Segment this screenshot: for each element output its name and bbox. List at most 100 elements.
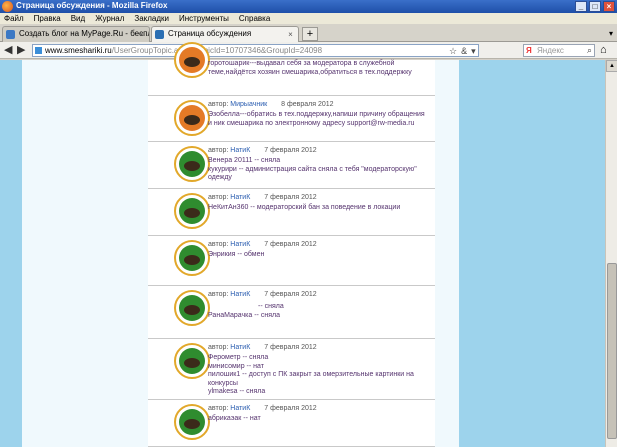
smeshariki-favicon-icon bbox=[155, 30, 164, 39]
post-date: 7 февраля 2012 bbox=[264, 147, 317, 154]
avatar[interactable] bbox=[174, 146, 210, 182]
post-item: автор: НатиК 7 февраля 2012 абрикаэак -- н… bbox=[148, 400, 435, 447]
avatar[interactable] bbox=[174, 193, 210, 229]
post-item: автор: НатиК 7 февраля 2012 -- сняла РанаМа… bbox=[148, 286, 435, 339]
post-line: ylmakesa -- сняла bbox=[208, 388, 266, 395]
page-left-column bbox=[22, 60, 148, 447]
post-meta: автор: НатиК 7 февраля 2012 bbox=[208, 147, 317, 154]
smeshariki-avatar-icon bbox=[179, 47, 205, 73]
author-prefix: автор: bbox=[208, 194, 229, 201]
avatar[interactable] bbox=[174, 404, 210, 440]
post-item: горотошарик---выдавал себя за модератора… bbox=[148, 42, 435, 96]
post-meta: автор: Мирыачник 8 февраля 2012 bbox=[208, 101, 334, 108]
post-line: НеКитАн360 -- модераторский бан за повед… bbox=[208, 204, 401, 211]
firefox-icon bbox=[2, 1, 13, 12]
menu-view[interactable]: Вид bbox=[71, 13, 85, 24]
maximize-button[interactable]: □ bbox=[589, 1, 601, 12]
post-line: горотошарик---выдавал себя за модератора… bbox=[208, 60, 395, 67]
menu-edit[interactable]: Правка bbox=[34, 13, 61, 24]
tab-list-button[interactable]: ▾ bbox=[609, 29, 613, 38]
url-path: /UserGroupTopic.aspx?TopicId=10707346&Gr… bbox=[111, 46, 323, 55]
new-tab-button[interactable]: + bbox=[302, 27, 318, 41]
menu-tools[interactable]: Инструменты bbox=[179, 13, 229, 24]
back-button[interactable]: ◀ bbox=[4, 44, 12, 56]
scroll-thumb[interactable] bbox=[607, 263, 617, 439]
menu-help[interactable]: Справка bbox=[239, 13, 270, 24]
site-identity-icon[interactable] bbox=[35, 47, 42, 54]
author-prefix: автор: bbox=[208, 291, 229, 298]
post-text: -- сняла РанаМарачка -- сняла bbox=[208, 303, 428, 320]
author-link[interactable]: НатиК bbox=[230, 194, 250, 201]
vertical-scrollbar[interactable]: ▲ bbox=[605, 60, 617, 447]
tab-label: Страница обсуждения bbox=[168, 29, 252, 38]
post-date: 7 февраля 2012 bbox=[264, 344, 317, 351]
avatar[interactable] bbox=[174, 100, 210, 136]
post-line: абрикаэак -- нат bbox=[208, 415, 261, 422]
post-item: автор: НатиК 7 февраля 2012 НеКитАн360 -- … bbox=[148, 189, 435, 236]
post-item: автор: НатиК 7 февраля 2012 Энрикия -- обм… bbox=[148, 236, 435, 286]
ampersand-icon[interactable]: & bbox=[461, 46, 467, 57]
menu-file[interactable]: Файл bbox=[4, 13, 24, 24]
post-text: Эзобелла---обратись в тех.поддержку,напи… bbox=[208, 111, 428, 128]
post-line: Венера 20111 -- сняла bbox=[208, 157, 281, 164]
smeshariki-avatar-icon bbox=[179, 198, 205, 224]
post-line: -- сняла bbox=[258, 303, 284, 310]
author-prefix: автор: bbox=[208, 241, 229, 248]
minimize-button[interactable]: _ bbox=[575, 1, 587, 12]
post-text: горотошарик---выдавал себя за модератора… bbox=[208, 60, 428, 77]
post-date: 7 февраля 2012 bbox=[264, 241, 317, 248]
post-line: Эзобелла---обратись в тех.поддержку,напи… bbox=[208, 111, 425, 118]
smeshariki-avatar-icon bbox=[179, 151, 205, 177]
post-item: автор: НатиК 7 февраля 2012 Ферометр -- сн… bbox=[148, 339, 435, 400]
bookmark-star-icon[interactable]: ☆ bbox=[449, 46, 457, 57]
menu-history[interactable]: Журнал bbox=[95, 13, 124, 24]
post-meta: автор: НатиК 7 февраля 2012 bbox=[208, 405, 317, 412]
author-link[interactable]: НатиК bbox=[230, 405, 250, 412]
yandex-icon[interactable]: Я bbox=[526, 46, 535, 55]
post-line: теме,найдётся хозяин смешарика,обратитьс… bbox=[208, 68, 412, 76]
scroll-up-icon[interactable]: ▲ bbox=[606, 60, 617, 72]
author-prefix: автор: bbox=[208, 344, 229, 351]
tab-mypage[interactable]: Создать блог на MyPage.Ru - бесплат... × bbox=[2, 26, 150, 42]
search-icon[interactable]: ⌕ bbox=[587, 45, 592, 56]
author-link[interactable]: НатиК bbox=[230, 291, 250, 298]
window-titlebar: Страница обсуждения - Mozilla Firefox _ … bbox=[0, 0, 617, 13]
dropdown-icon[interactable]: ▾ bbox=[471, 46, 476, 57]
post-text: Ферометр -- сняла минисомир -- нат пилошик… bbox=[208, 354, 428, 397]
post-line: минисомир -- нат bbox=[208, 362, 264, 370]
post-text: Энрикия -- обмен bbox=[208, 251, 428, 260]
author-link[interactable]: НатиК bbox=[230, 147, 250, 154]
author-link[interactable]: Мирыачник bbox=[230, 101, 267, 108]
close-tab-icon[interactable]: × bbox=[137, 30, 146, 39]
post-line: пилошик1 -- доступ с ПК закрыт за омерзи… bbox=[208, 371, 414, 378]
menu-bookmarks[interactable]: Закладки bbox=[134, 13, 169, 24]
forward-button[interactable]: ▶ bbox=[17, 44, 25, 56]
post-item: автор: НатиК 7 февраля 2012 Венера 20111 -… bbox=[148, 142, 435, 189]
avatar[interactable] bbox=[174, 240, 210, 276]
post-line: Ферометр -- сняла bbox=[208, 354, 269, 361]
post-item: автор: Мирыачник 8 февраля 2012 Эзобелла--… bbox=[148, 96, 435, 142]
url-bar[interactable]: www.smeshariki.ru/UserGroupTopic.aspx?To… bbox=[32, 44, 479, 57]
window-controls: _ □ × bbox=[575, 1, 615, 12]
post-line: одежду bbox=[208, 174, 232, 181]
close-tab-icon[interactable]: × bbox=[286, 30, 295, 39]
post-meta: автор: НатиК 7 февраля 2012 bbox=[208, 291, 317, 298]
close-window-button[interactable]: × bbox=[603, 1, 615, 12]
post-line: РанаМарачка -- сняла bbox=[208, 311, 280, 319]
home-button[interactable]: ⌂ bbox=[600, 44, 607, 56]
author-link[interactable]: НатиК bbox=[230, 241, 250, 248]
post-date: 8 февраля 2012 bbox=[281, 101, 334, 108]
post-text: Венера 20111 -- сняла кукурири -- админис… bbox=[208, 157, 428, 183]
avatar[interactable] bbox=[174, 343, 210, 379]
post-date: 7 февраля 2012 bbox=[264, 194, 317, 201]
search-input[interactable]: Я Яндекс ⌕ bbox=[523, 44, 595, 57]
post-text: НеКитАн360 -- модераторский бан за повед… bbox=[208, 204, 428, 213]
post-meta: автор: НатиК 7 февраля 2012 bbox=[208, 344, 317, 351]
tab-discussion[interactable]: Страница обсуждения × bbox=[151, 26, 299, 42]
menu-bar: Файл Правка Вид Журнал Закладки Инструме… bbox=[0, 13, 617, 24]
smeshariki-avatar-icon bbox=[179, 409, 205, 435]
search-placeholder: Яндекс bbox=[537, 46, 564, 55]
avatar[interactable] bbox=[174, 290, 210, 326]
author-link[interactable]: НатиК bbox=[230, 344, 250, 351]
avatar[interactable] bbox=[174, 42, 210, 78]
